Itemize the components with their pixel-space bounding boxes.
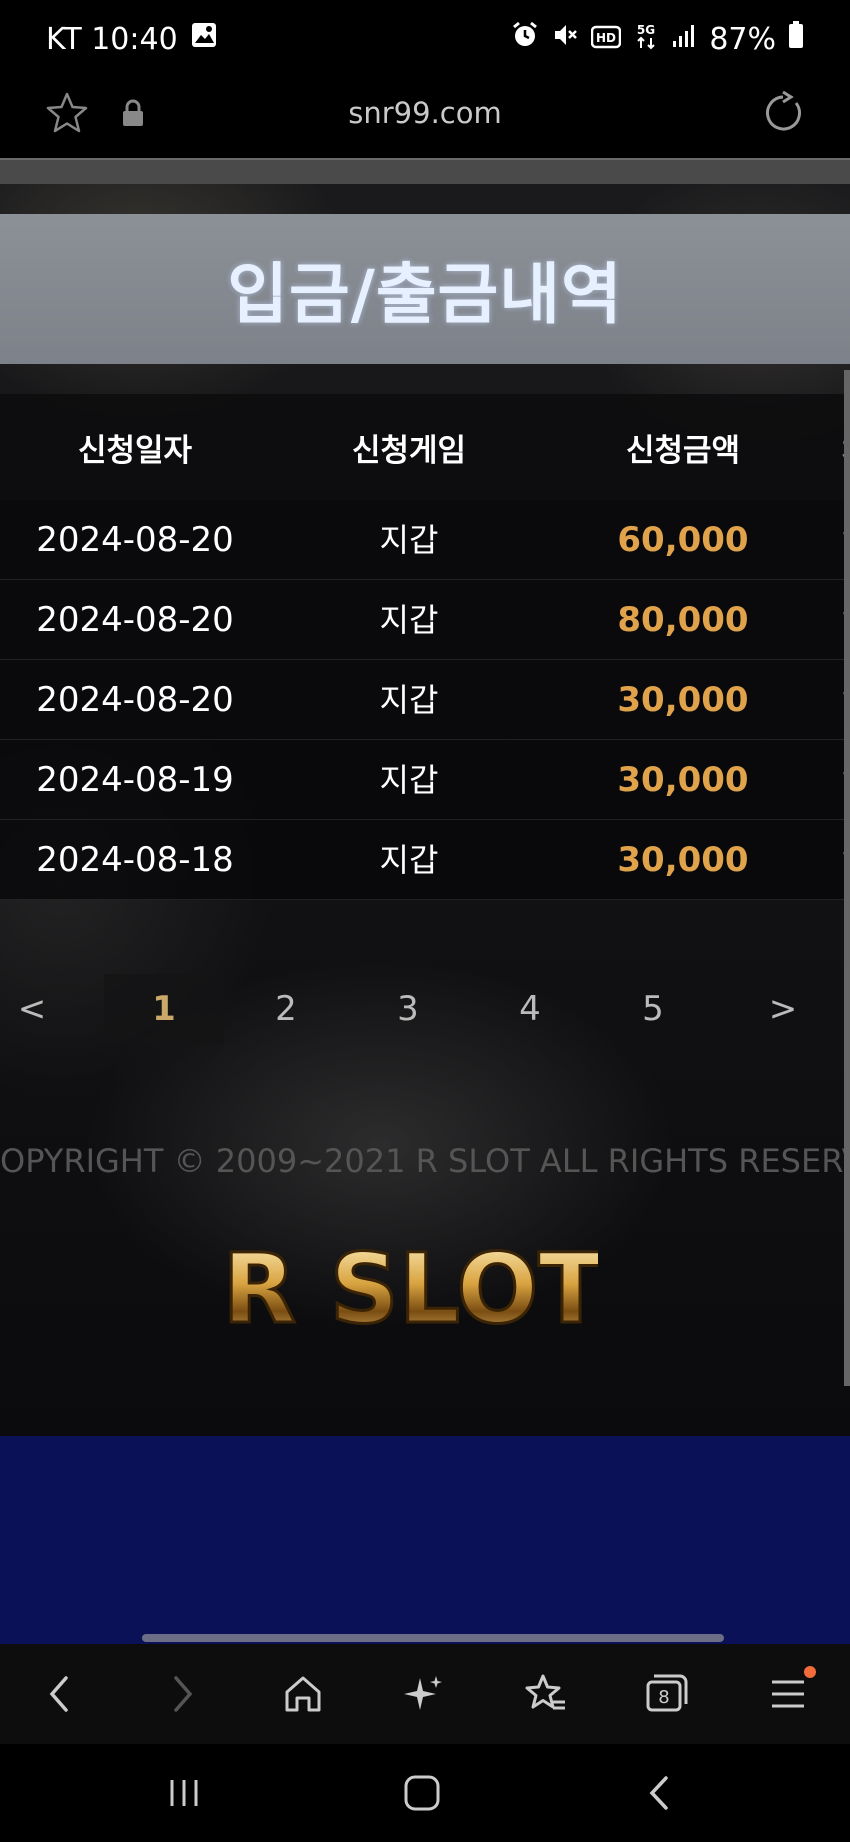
- row-amount: 80,000: [617, 600, 749, 640]
- table-header: 신청일자 신청게임 신청금액 ㅈ: [0, 394, 850, 500]
- page-3-button[interactable]: 3: [378, 974, 438, 1044]
- url-bar: snr99.com: [0, 78, 850, 158]
- row-amount: 30,000: [617, 680, 749, 720]
- divider-strip: [0, 158, 850, 184]
- page-1-button[interactable]: 1: [104, 974, 224, 1044]
- system-back-icon[interactable]: [632, 1766, 688, 1820]
- svg-text:R SLOT: R SLOT: [228, 1234, 598, 1344]
- sparkle-icon[interactable]: [394, 1664, 454, 1724]
- battery-icon: [788, 21, 804, 57]
- svg-text:HD: HD: [596, 31, 616, 45]
- table-row[interactable]: 2024-08-19 지갑 30,000 ㅎ: [0, 740, 850, 820]
- row-amount: 30,000: [617, 760, 749, 800]
- browser-toolbar: 8: [0, 1644, 850, 1744]
- svg-text:5G: 5G: [637, 23, 655, 37]
- table-row[interactable]: 2024-08-20 지갑 80,000 ㅎ: [0, 580, 850, 660]
- page-content: 입금/출금내역 신청일자 신청게임 신청금액 ㅈ 2024-08-20 지갑 6…: [0, 184, 850, 1436]
- tabs-count: 8: [658, 1687, 669, 1708]
- row-game: 지갑: [379, 841, 439, 879]
- system-navigation: [0, 1744, 850, 1842]
- page-title: 입금/출금내역: [227, 256, 623, 333]
- status-left: KT 10:40: [46, 21, 218, 57]
- page-5-button[interactable]: 5: [623, 974, 683, 1044]
- r-slot-logo: R SLOT: [228, 1234, 598, 1344]
- reload-icon[interactable]: [760, 90, 806, 136]
- table-row[interactable]: 2024-08-20 지갑 60,000 ㅎ: [0, 500, 850, 580]
- row-amount: 30,000: [617, 840, 749, 880]
- page-4-button[interactable]: 4: [500, 974, 560, 1044]
- horizontal-scrollbar[interactable]: [142, 1634, 724, 1642]
- page-next-button[interactable]: >: [753, 974, 813, 1044]
- row-game: 지갑: [379, 681, 439, 719]
- status-right: HD 5G 87%: [511, 20, 804, 58]
- table-row[interactable]: 2024-08-18 지갑 30,000 ㅎ: [0, 820, 850, 900]
- footer-blue-area: [0, 1436, 850, 1644]
- status-bar: KT 10:40 HD 5G 87%: [0, 0, 850, 78]
- signal-icon: [671, 22, 697, 57]
- row-date: 2024-08-20: [36, 600, 234, 640]
- row-game: 지갑: [379, 601, 439, 639]
- menu-icon[interactable]: [758, 1664, 818, 1724]
- home-icon[interactable]: [273, 1664, 333, 1724]
- header-date: 신청일자: [77, 432, 193, 469]
- row-game: 지갑: [379, 761, 439, 799]
- 5g-icon: 5G: [633, 20, 659, 58]
- header-game: 신청게임: [351, 432, 467, 469]
- carrier-time: KT 10:40: [46, 21, 178, 57]
- row-game: 지갑: [379, 521, 439, 559]
- mute-icon: [551, 21, 579, 57]
- back-icon[interactable]: [30, 1664, 90, 1724]
- row-date: 2024-08-20: [36, 680, 234, 720]
- row-date: 2024-08-18: [36, 840, 234, 880]
- history-table: 신청일자 신청게임 신청금액 ㅈ 2024-08-20 지갑 60,000 ㅎ …: [0, 394, 850, 900]
- pagination: < 1 2 3 4 5 >: [0, 974, 850, 1044]
- title-banner: 입금/출금내역: [0, 214, 850, 364]
- copyright-text: OPYRIGHT © 2009~2021 R SLOT ALL RIGHTS R…: [0, 1142, 850, 1180]
- system-home-icon[interactable]: [394, 1766, 450, 1820]
- tabs-icon[interactable]: 8: [636, 1664, 696, 1724]
- bookmarks-icon[interactable]: [515, 1664, 575, 1724]
- hd-icon: HD: [591, 22, 622, 57]
- page-prev-button[interactable]: <: [2, 974, 62, 1044]
- header-amount: 신청금액: [625, 432, 741, 469]
- vertical-scrollbar[interactable]: [844, 370, 850, 1386]
- battery-percent: 87%: [709, 21, 776, 57]
- recents-icon[interactable]: [156, 1766, 212, 1820]
- table-row[interactable]: 2024-08-20 지갑 30,000 ㅎ: [0, 660, 850, 740]
- row-date: 2024-08-19: [36, 760, 234, 800]
- page-2-button[interactable]: 2: [256, 974, 316, 1044]
- gallery-notification-icon: [190, 21, 218, 57]
- url-text[interactable]: snr99.com: [0, 96, 850, 130]
- row-amount: 60,000: [617, 520, 749, 560]
- forward-icon[interactable]: [152, 1664, 212, 1724]
- row-date: 2024-08-20: [36, 520, 234, 560]
- alarm-icon: [511, 21, 539, 57]
